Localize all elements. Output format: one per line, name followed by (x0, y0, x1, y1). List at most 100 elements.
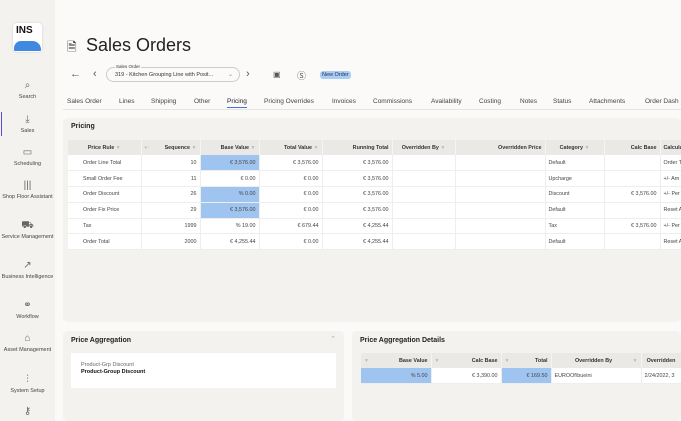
table-cell (455, 155, 546, 172)
sidebar-item-search[interactable]: ⌕ Search (0, 80, 55, 101)
table-cell: € 0.00 (259, 233, 323, 251)
tab-notes[interactable]: Notes (520, 98, 537, 105)
collapse-chevron-icon[interactable]: ⌃ (330, 335, 336, 343)
column-header[interactable]: Calcula (660, 140, 681, 155)
tab-pricing-overrides[interactable]: Pricing Overrides (264, 98, 314, 105)
table-cell: € 3,390.00 (431, 368, 502, 385)
app-logo[interactable]: INS (13, 23, 42, 52)
sidebar-item-sales[interactable]: ⤓ Sales (0, 112, 55, 136)
column-header[interactable]: Category ▼ (545, 140, 605, 155)
sidebar-item-scheduling[interactable]: ▭ Scheduling (0, 147, 55, 168)
save-icon[interactable]: ▣ (273, 70, 281, 79)
table-cell (392, 155, 456, 172)
table-cell: Upcharge (545, 170, 605, 188)
table-row[interactable]: Order Line Total 10 € 3,576.00 € 3,576.00 € … (68, 155, 681, 172)
table-cell: Tax (545, 218, 605, 235)
tab-invoices[interactable]: Invoices (332, 98, 356, 105)
filter-icon[interactable]: ▼ (505, 358, 510, 364)
column-header[interactable]: Price Rule ▼ (68, 140, 142, 155)
column-header[interactable]: ▼ Base Value (361, 353, 432, 368)
column-header[interactable]: Total Value ▼ (259, 140, 323, 155)
sidebar-item-service[interactable]: ⛟ Service Management (0, 220, 55, 241)
tab-sales-order[interactable]: Sales Order (67, 98, 102, 105)
table-cell: +/- Per (660, 218, 681, 235)
table-cell (392, 202, 456, 219)
table-cell: € 4,255.44 (200, 233, 260, 251)
filter-icon[interactable]: ▼ (314, 145, 319, 151)
table-cell: Default (545, 233, 605, 251)
filter-icon[interactable]: ▼ (116, 145, 121, 151)
tab-shipping[interactable]: Shipping (151, 98, 176, 105)
sidebar-item-shop-floor[interactable]: ||| Shop Floor Assistant (0, 180, 55, 201)
tab-status[interactable]: Status (553, 98, 571, 105)
sidebar-item-bi[interactable]: ↗ Business Intelligence (0, 260, 55, 281)
pricing-table: Price Rule ▼ ▾↑ Sequence ▼ Base Value ▼ Tota… (68, 140, 681, 251)
table-cell: % 5.00 (361, 368, 432, 385)
table-cell: Discount (545, 186, 605, 203)
table-cell: EUROOf\bueini (551, 368, 642, 385)
filter-icon[interactable]: ▼ (633, 358, 638, 364)
tab-other[interactable]: Other (194, 98, 210, 105)
tab-costing[interactable]: Costing (479, 98, 501, 105)
table-cell: +/- Per (660, 186, 681, 203)
column-header[interactable]: Base Value ▼ (200, 140, 260, 155)
tab-attachments[interactable]: Attachments (589, 98, 625, 105)
table-row[interactable]: Order Total 2000 € 4,255.44 € 0.00 € 4,255.4… (68, 233, 681, 251)
tab-pricing[interactable]: Pricing (227, 98, 247, 108)
filter-icon[interactable]: ▼ (364, 358, 369, 364)
filter-icon[interactable]: ▼ (584, 145, 589, 151)
table-cell: Reset A (660, 233, 681, 251)
column-header[interactable]: Calc Base (604, 140, 661, 155)
filter-icon[interactable]: ▼ (192, 145, 197, 151)
next-record-icon[interactable]: › (246, 68, 250, 80)
prev-record-icon[interactable]: ‹ (93, 68, 97, 80)
table-cell (604, 170, 661, 188)
sales-icon: ⤓ (25, 114, 30, 125)
sales-order-select[interactable]: Sales Order 319 - Kitchen Grouping Line w… (106, 64, 240, 82)
filter-icon[interactable]: ▼ (251, 145, 256, 151)
tab-order-dash[interactable]: Order Dash (645, 98, 679, 105)
column-header[interactable]: Overridden By ▼ (551, 353, 642, 368)
sort-asc-icon[interactable]: ▾↑ (145, 145, 150, 151)
column-header[interactable]: ▼ Calc Base (431, 353, 502, 368)
table-cell: € 3,576.00 (604, 218, 661, 235)
table-row[interactable]: Order Fix Price 29 € 3,576.00 € 0.00 € 3,576… (68, 202, 681, 219)
table-row[interactable]: Tax 1999% 19.00 € 679.44 € 4,255.44 Tax € 3,5… (68, 218, 681, 235)
back-arrow-icon[interactable]: ← (70, 68, 81, 80)
sidebar-item-system-setup[interactable]: ⫶ System Setup (0, 374, 55, 395)
column-header[interactable]: Overridden By ▼ (392, 140, 456, 155)
sidebar-item-key[interactable]: ⚷ (0, 406, 55, 420)
table-row[interactable]: Small Order Fee 11 € 0.00 € 0.00 € 3,576.00 U… (68, 170, 681, 188)
table-cell: € 0.00 (259, 202, 323, 219)
table-cell: 10 (141, 155, 201, 172)
table-cell (455, 186, 546, 203)
column-header[interactable]: Running Total (322, 140, 393, 155)
table-cell: € 4,255.44 (322, 233, 393, 251)
table-cell: Tax (68, 218, 142, 235)
table-row[interactable]: Order Discount 26% 0.00 € 0.00 € 3,576.00 Di… (68, 186, 681, 203)
pricing-header-row: Price Rule ▼ ▾↑ Sequence ▼ Base Value ▼ Tota… (68, 140, 681, 155)
sidebar-item-workflow[interactable]: ⚭ Workflow (0, 300, 55, 321)
sidebar-item-asset[interactable]: ⌂ Asset Management (0, 333, 55, 354)
aggregation-card[interactable]: Product-Grp Discount Product-Group Disco… (71, 353, 336, 388)
table-cell: 26 (141, 186, 201, 203)
truck-icon: ⛟ (21, 220, 34, 231)
workflow-icon: ⚭ (23, 300, 32, 311)
filter-icon[interactable]: ▼ (440, 145, 445, 151)
column-header[interactable]: ▾↑ Sequence ▼ (141, 140, 201, 155)
table-cell: € 0.00 (259, 186, 323, 203)
filter-icon[interactable]: ▼ (435, 358, 440, 364)
details-table: ▼ Base Value ▼ Calc Base ▼ Total Overridden By… (361, 353, 681, 385)
details-title: Price Aggregation Details (360, 337, 445, 344)
tab-commissions[interactable]: Commissions (373, 98, 412, 105)
sidebar: INS ⌕ Search ⤓ Sales ▭ Scheduling ||| Shop F… (0, 0, 55, 421)
column-header[interactable]: ▼ Total (501, 353, 552, 368)
tab-lines[interactable]: Lines (119, 98, 135, 105)
dollar-icon[interactable]: Ⓢ (297, 69, 306, 82)
table-cell: 29 (141, 202, 201, 219)
tab-availability[interactable]: Availability (431, 98, 462, 105)
table-row[interactable]: % 5.00 € 3,390.00 € 169.50 EUROOf\bueini 2/2… (361, 368, 681, 385)
table-cell: € 679.44 (259, 218, 323, 235)
column-header[interactable]: Overridden (641, 353, 681, 368)
column-header[interactable]: Overridden Price (455, 140, 546, 155)
